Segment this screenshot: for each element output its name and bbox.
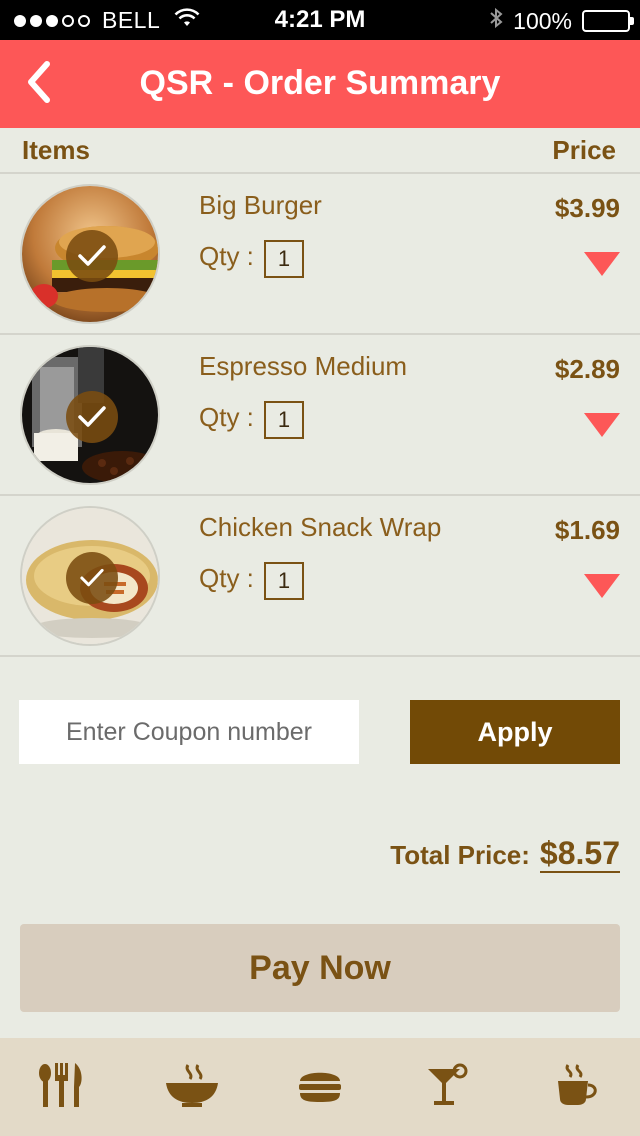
item-name: Big Burger	[199, 190, 322, 220]
bluetooth-icon	[489, 7, 503, 35]
tab-drinks[interactable]	[384, 1038, 512, 1136]
qty-input[interactable]: 1	[264, 401, 304, 439]
battery-icon	[582, 10, 634, 32]
order-item-row[interactable]: Big Burger Qty : 1 $3.99	[0, 174, 640, 335]
total-price-value: $8.57	[539, 835, 620, 874]
checkmark-icon[interactable]	[66, 391, 118, 443]
tab-soups[interactable]	[128, 1038, 256, 1136]
tab-menu[interactable]	[0, 1038, 128, 1136]
pay-now-button[interactable]: Pay Now	[20, 924, 620, 1012]
triangle-down-icon[interactable]	[584, 252, 620, 276]
total-price: Total Price: $8.57	[390, 835, 620, 874]
triangle-down-icon[interactable]	[584, 574, 620, 598]
item-price: $2.89	[554, 354, 620, 384]
battery-percent: 100%	[513, 7, 572, 34]
status-bar: BELL 4:21 PM 100%	[0, 0, 640, 40]
order-item-row[interactable]: Chicken Snack Wrap Qty : 1 $1.69	[0, 496, 640, 657]
page-title: QSR - Order Summary	[139, 64, 501, 102]
nav-bar: QSR - Order Summary	[0, 40, 640, 128]
items-column-header: Items	[22, 135, 90, 165]
item-name: Espresso Medium	[199, 351, 408, 381]
item-name: Chicken Snack Wrap	[199, 512, 442, 542]
triangle-down-icon[interactable]	[584, 413, 620, 437]
price-column-header: Price	[552, 135, 616, 165]
qty-input[interactable]: 1	[264, 240, 304, 278]
qty-label: Qty :	[199, 241, 254, 271]
qty-label: Qty :	[199, 402, 254, 432]
tab-bar	[0, 1038, 640, 1136]
burger-icon	[297, 1067, 343, 1108]
apply-button[interactable]: Apply	[410, 700, 620, 764]
checkmark-icon[interactable]	[66, 552, 118, 604]
espresso-photo	[20, 345, 160, 485]
tab-burgers[interactable]	[256, 1038, 384, 1136]
burger-photo	[20, 184, 160, 324]
item-price: $1.69	[554, 515, 620, 545]
status-right: 100%	[489, 7, 634, 35]
coupon-input[interactable]	[19, 700, 359, 764]
coffee-cup-icon	[554, 1063, 598, 1112]
order-item-row[interactable]: Espresso Medium Qty : 1 $2.89	[0, 335, 640, 496]
checkmark-icon[interactable]	[66, 230, 118, 282]
cocktail-icon	[426, 1063, 470, 1112]
utensils-icon	[37, 1062, 91, 1112]
tab-coffee[interactable]	[512, 1038, 640, 1136]
total-price-label: Total Price:	[390, 840, 530, 870]
item-price: $3.99	[554, 193, 620, 223]
qty-input[interactable]: 1	[264, 562, 304, 600]
soup-bowl-icon	[164, 1063, 220, 1112]
wrap-photo	[20, 506, 160, 646]
list-header: Items Price	[0, 128, 640, 174]
qty-label: Qty :	[199, 563, 254, 593]
